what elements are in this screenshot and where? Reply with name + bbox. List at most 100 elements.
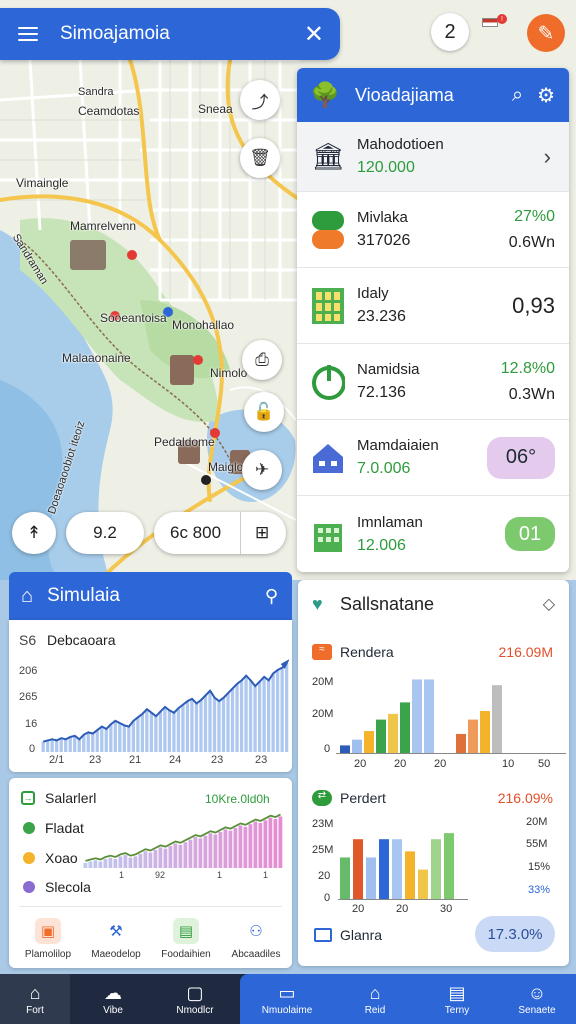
item-percent: 27%0 [514,207,555,225]
language-flag-button[interactable]: ! [482,14,507,44]
nav-models[interactable]: ▢ Nmodlcr [160,974,230,1024]
bar [278,816,283,868]
x-tick: 20 [396,903,409,915]
bar [73,735,77,752]
bar [176,708,181,752]
list-item[interactable]: Imnlaman 12.006 01 [297,496,569,572]
lock-button[interactable]: 🔓 [244,392,284,432]
status-badge: 01 [505,517,555,551]
bar [86,732,90,752]
map-label: Vimaingle [16,176,69,190]
bar [263,820,268,868]
bar [185,701,190,752]
bar [266,680,271,752]
compass-button[interactable]: ↟ [12,512,56,554]
bar [424,679,434,754]
map-label: Sooeantoisa [100,311,167,325]
right-tick: 15% [528,861,551,873]
panel-title: Vioadajiama [355,84,454,105]
list-item[interactable]: Namidsia 72.136 12.8%0 0.3Wn [297,344,569,420]
list-item[interactable]: Idaly 23.236 0,93 [297,268,569,344]
bar [218,831,223,868]
nav-models-label: Nmodlcr [176,1005,214,1016]
bar [280,667,284,752]
bar [230,688,235,752]
y-tick: 206 [19,665,38,677]
bar [172,712,176,752]
house-graphic [313,443,343,473]
gear-icon[interactable]: ⚙ [537,83,555,108]
nav-terms[interactable]: ▤ Terny [422,974,492,1024]
bar [59,738,63,752]
bar [340,745,350,754]
x-tick: 21 [129,754,142,766]
nav-shortcut[interactable]: ▤ Foodaihien [151,918,221,960]
bar [153,849,158,868]
nav-shortcut[interactable]: ⚒ Maeodelop [81,918,151,960]
bar [271,673,275,752]
statistics-card: ♥ Sallsnatane ◇ ≈ Rendera 216.09M 20M 20… [298,580,569,966]
pin-icon[interactable]: ⚲ [265,586,278,607]
list-item[interactable]: Mivlaka 317026 27%0 0.6Wn [297,192,569,268]
nav-shortcut[interactable]: ⚇ Abcaadiles [221,918,291,960]
tag-outline-icon[interactable]: ◇ [543,594,555,614]
bar [163,706,167,752]
nav-account-label: Senaete [518,1005,556,1016]
house-outline-icon: ⌂ [369,983,381,1003]
nav-shortcut[interactable]: ▣ Plamolilop [13,918,83,960]
nav-home[interactable]: ⌂ Fort [0,974,70,1024]
x-tick: 20 [394,758,407,770]
list-item[interactable]: 🏛 Mahodotioen 120.000 › [297,122,569,192]
notification-count-button[interactable]: 2 [431,13,469,51]
print-icon: ⎙ [255,350,269,369]
bar [248,824,253,868]
compass-icon: ↟ [26,523,42,542]
hamburger-icon[interactable] [18,23,38,45]
bar [253,686,257,752]
print-button[interactable]: ⎙ [242,340,282,380]
tag-button[interactable]: ✈ [242,450,282,490]
bar [194,703,199,752]
x-tick: 10 [502,758,515,770]
item-sub-value: 0.6Wn [508,233,555,251]
route-button[interactable]: ⤴ [240,80,280,120]
nav-places[interactable]: ⌂ Reid [340,974,410,1024]
nav-home-label: Fort [26,1005,44,1016]
bar [340,857,350,900]
bar [41,741,45,752]
search-icon[interactable]: ⌕ [512,84,523,107]
nav-video[interactable]: ☁ Vibe [78,974,148,1024]
bar [244,675,248,752]
power-icon [311,362,345,402]
simulation-card: ⌂ Simulaia ⚲ S6 Debcaoara 206 265 16 0 2… [9,572,292,968]
bar [257,681,262,752]
scale-control[interactable]: 6c 800 ⊞ [154,512,286,554]
bar [352,739,362,754]
trash-button[interactable]: 🗑 [240,138,280,178]
footer-label: Glanra [340,927,383,943]
bar [376,719,386,754]
list-item[interactable]: Mamdaiaien 7.0.006 06° [297,420,569,496]
bar [133,856,138,868]
bar [50,739,54,752]
bar [273,819,278,868]
divider [19,906,282,907]
user-avatar[interactable]: ✎ [527,14,565,52]
bar [353,839,363,900]
nav-video-label: Vibe [103,1005,123,1016]
layers-icon[interactable]: ⊞ [240,512,269,554]
flag-alert-badge: ! [497,14,507,24]
legend-dot [23,852,35,864]
grid-chart-graphic [312,287,344,324]
bar [198,838,203,868]
nav-simulation[interactable]: ▭ Nmuolaime [252,974,322,1024]
area-bar-chart [41,659,289,752]
y-tick: 20M [312,676,334,688]
tree-logo-icon: 🌳 [310,81,340,109]
zoom-value-field[interactable]: 9.2 [66,512,144,554]
bar [154,716,158,752]
map-label: Nimolo [210,366,248,380]
edit-icon: ✎ [537,22,555,45]
close-icon[interactable]: ✕ [304,20,324,49]
nav-account[interactable]: ☺ Senaete [502,974,572,1024]
